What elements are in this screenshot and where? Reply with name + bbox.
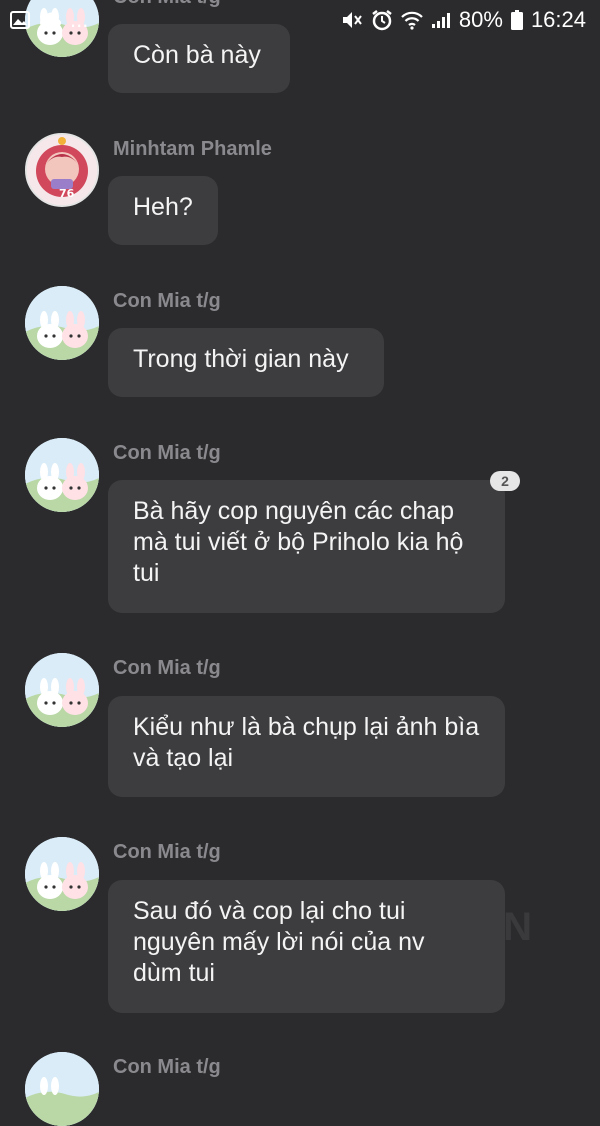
sender-name: Con Mia t/g bbox=[113, 657, 221, 679]
status-bar: ... 80% 16:24 bbox=[0, 0, 600, 40]
alarm-icon bbox=[371, 9, 393, 31]
signal-icon bbox=[431, 11, 451, 29]
bunny-avatar[interactable] bbox=[25, 286, 99, 360]
clock: 16:24 bbox=[530, 7, 586, 32]
photo-icon bbox=[10, 11, 30, 29]
cloud-icon bbox=[38, 12, 62, 28]
anime-avatar[interactable]: 76 bbox=[25, 133, 99, 207]
message-bubble[interactable]: Bà hãy cop nguyên các chap mà tui viết ở… bbox=[108, 480, 505, 613]
reply-count-badge[interactable]: 2 bbox=[490, 471, 520, 491]
message-bubble[interactable]: Heh? bbox=[108, 176, 218, 245]
battery-percent: 80% bbox=[458, 7, 503, 32]
status-ellipsis: ... bbox=[70, 7, 89, 32]
svg-text:76: 76 bbox=[59, 187, 75, 200]
sender-name: Con Mia t/g bbox=[113, 442, 221, 464]
bunny-avatar[interactable] bbox=[25, 1052, 99, 1126]
sender-name: Minhtam Phamle bbox=[113, 138, 272, 160]
reply-count: 2 bbox=[501, 473, 509, 489]
mute-icon bbox=[341, 10, 363, 30]
sender-name: Con Mia t/g bbox=[113, 290, 221, 312]
message-bubble[interactable]: Trong thời gian này bbox=[108, 328, 384, 397]
sender-name: Con Mia t/g bbox=[113, 1056, 221, 1078]
message-bubble[interactable]: Kiểu như là bà chụp lại ảnh bìa và tạo l… bbox=[108, 696, 505, 797]
battery-icon bbox=[510, 10, 523, 30]
bunny-avatar[interactable] bbox=[25, 438, 99, 512]
bunny-avatar[interactable] bbox=[25, 837, 99, 911]
wifi-icon bbox=[401, 10, 423, 30]
message-bubble[interactable]: Sau đó và cop lại cho tui nguyên mấy lời… bbox=[108, 880, 505, 1013]
sender-name: Con Mia t/g bbox=[113, 841, 221, 863]
bunny-avatar[interactable] bbox=[25, 653, 99, 727]
